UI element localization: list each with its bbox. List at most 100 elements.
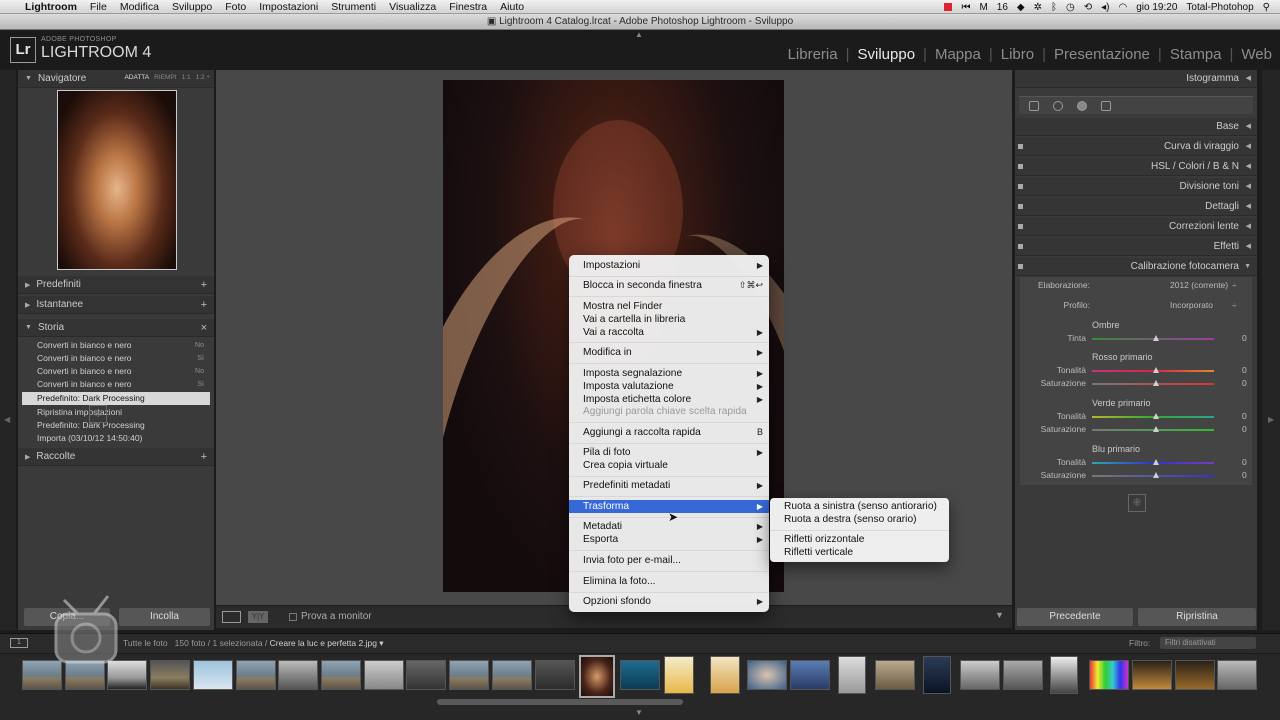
crop-icon[interactable]	[1029, 101, 1039, 111]
slider-green-hue[interactable]: Tonalità 0	[1020, 411, 1254, 424]
spot-removal-icon[interactable]	[1053, 101, 1063, 111]
menu-modifica[interactable]: Modifica	[120, 1, 159, 13]
menu-item-imposta-segnalazione[interactable]: Imposta segnalazione ▶	[569, 367, 769, 380]
menu-file[interactable]: File	[90, 1, 107, 13]
slider-green-saturation[interactable]: Saturazione 0	[1020, 424, 1254, 437]
menu-sviluppo[interactable]: Sviluppo	[172, 1, 212, 13]
before-after-view-icon[interactable]: Y|Y	[248, 611, 268, 623]
panel-lens-corrections[interactable]: Correzioni lente ◀	[1015, 218, 1257, 236]
sync-icon[interactable]: ⟲	[1084, 2, 1092, 13]
module-libro[interactable]: Libro	[1001, 46, 1034, 63]
zoom-adatta[interactable]: ADATTA	[124, 74, 149, 81]
slider-shadows-tint[interactable]: Tinta 0	[1020, 333, 1254, 346]
history-item[interactable]: Converti in bianco e nero Sì	[22, 378, 210, 391]
panel-switch-icon[interactable]	[1018, 244, 1023, 249]
collections-header[interactable]: ▶ Raccolte +	[18, 448, 214, 466]
navigator-header[interactable]: ▼ Navigatore ADATTA RIEMPI 1:1 1:2 ÷	[18, 70, 214, 88]
panel-base[interactable]: Base ◀	[1015, 118, 1257, 136]
filmstrip-thumbnail[interactable]	[278, 660, 318, 690]
clock[interactable]: gio 19:20	[1136, 2, 1177, 13]
status-count[interactable]: 16	[997, 2, 1008, 13]
filmstrip-thumbnail[interactable]	[1089, 660, 1129, 690]
right-panel-toggle[interactable]: ▶	[1262, 70, 1280, 630]
module-stampa[interactable]: Stampa	[1170, 46, 1222, 63]
soft-proof-checkbox[interactable]	[289, 613, 297, 621]
left-arrow-icon[interactable]: ◀	[4, 415, 10, 424]
slider-red-saturation[interactable]: Saturazione 0	[1020, 378, 1254, 391]
collapse-triangle-icon[interactable]: ▼	[25, 75, 32, 82]
filmstrip-thumbnail[interactable]	[236, 660, 276, 690]
menu-item-elimina-foto[interactable]: Elimina la foto...	[569, 575, 769, 588]
panel-switch-icon[interactable]	[1018, 184, 1023, 189]
menu-item-invia-per-email[interactable]: Invia foto per e-mail...	[569, 554, 769, 567]
add-preset-icon[interactable]: +	[201, 279, 207, 291]
histogram-header[interactable]: Istogramma ◀	[1015, 70, 1257, 88]
collapse-top-icon[interactable]: ▲	[635, 30, 643, 39]
filmstrip-thumbnail[interactable]	[710, 656, 740, 694]
slider-blue-saturation[interactable]: Saturazione 0	[1020, 470, 1254, 483]
filmstrip-thumbnail[interactable]	[838, 656, 866, 694]
panel-switch-icon[interactable]	[1018, 204, 1023, 209]
presets-header[interactable]: ▶ Predefiniti +	[18, 276, 214, 294]
panel-camera-calibration[interactable]: Calibrazione fotocamera ▼	[1015, 258, 1257, 276]
menu-item-predefiniti-metadati[interactable]: Predefiniti metadati ▶	[569, 479, 769, 492]
clear-history-icon[interactable]: ×	[201, 322, 207, 334]
panel-effects[interactable]: Effetti ◀	[1015, 238, 1257, 256]
m-icon[interactable]: M	[979, 2, 987, 13]
wifi-icon[interactable]: ◠	[1119, 2, 1128, 13]
menu-item-ruota-sinistra[interactable]: Ruota a sinistra (senso antiorario)	[770, 500, 949, 513]
filmstrip-thumbnail[interactable]	[960, 660, 1000, 690]
add-collection-icon[interactable]: +	[201, 451, 207, 463]
profile-dropdown[interactable]: Incorporato	[1170, 300, 1213, 310]
collapse-triangle-icon[interactable]: ▼	[25, 324, 32, 331]
history-item-selected[interactable]: Predefinito: Dark Processing	[22, 392, 210, 405]
menu-item-aggiungi-raccolta-rapida[interactable]: Aggiungi a raccolta rapida B	[569, 426, 769, 439]
panel-switch-icon[interactable]	[1018, 224, 1023, 229]
module-sviluppo[interactable]: Sviluppo	[858, 46, 916, 63]
filmstrip-thumbnail[interactable]	[875, 660, 915, 690]
right-arrow-icon[interactable]: ▶	[1268, 415, 1274, 424]
menu-item-imposta-valutazione[interactable]: Imposta valutazione ▶	[569, 380, 769, 393]
gear-icon[interactable]: ✲	[1034, 2, 1042, 13]
dropdown-icon[interactable]: ÷	[1232, 280, 1237, 290]
add-snapshot-icon[interactable]: +	[201, 299, 207, 311]
menu-item-pila-di-foto[interactable]: Pila di foto ▶	[569, 446, 769, 459]
filmstrip-thumbnail-selected[interactable]	[579, 655, 615, 698]
filmstrip-thumbnail[interactable]	[406, 660, 446, 690]
time-machine-icon[interactable]: ◷	[1066, 2, 1075, 13]
zoom-1-2[interactable]: 1:2 ÷	[196, 74, 210, 81]
skip-icon[interactable]: ⏮	[961, 2, 970, 13]
bluetooth-icon[interactable]: ᛒ	[1051, 2, 1057, 13]
expand-triangle-icon[interactable]: ▶	[25, 453, 30, 461]
menu-impostazioni[interactable]: Impostazioni	[259, 1, 318, 13]
filmstrip-thumbnail[interactable]	[492, 660, 532, 690]
filter-dropdown[interactable]: Filtri disattivati	[1160, 637, 1256, 649]
panel-tone-curve[interactable]: Curva di viraggio ◀	[1015, 138, 1257, 156]
filmstrip-thumbnail[interactable]	[620, 660, 660, 690]
spotlight-icon[interactable]: ⚲	[1263, 2, 1270, 13]
filmstrip-thumbnail[interactable]	[321, 660, 361, 690]
filmstrip-thumbnail[interactable]	[1003, 660, 1043, 690]
menu-visualizza[interactable]: Visualizza	[389, 1, 436, 13]
previous-button[interactable]: Precedente	[1017, 608, 1133, 626]
volume-icon[interactable]: ◂)	[1101, 2, 1109, 13]
redeye-icon[interactable]	[1077, 101, 1087, 111]
filmstrip-thumbnail[interactable]	[150, 660, 190, 690]
menu-foto[interactable]: Foto	[225, 1, 246, 13]
module-mappa[interactable]: Mappa	[935, 46, 981, 63]
filmstrip-thumbnail[interactable]	[747, 660, 787, 690]
filmstrip-thumbnail[interactable]	[193, 660, 233, 690]
panel-detail[interactable]: Dettagli ◀	[1015, 198, 1257, 216]
slider-blue-hue[interactable]: Tonalità 0	[1020, 457, 1254, 470]
menu-item-modifica-in[interactable]: Modifica in ▶	[569, 346, 769, 359]
zoom-riempi[interactable]: RIEMPI	[154, 74, 176, 81]
history-item[interactable]: Predefinito: Dark Processing	[22, 419, 210, 432]
menu-item-impostazioni[interactable]: Impostazioni ▶	[569, 259, 769, 272]
panel-split-toning[interactable]: Divisione toni ◀	[1015, 178, 1257, 196]
dropdown-icon[interactable]: ÷	[1232, 300, 1237, 310]
user-name[interactable]: Total-Photohop	[1186, 2, 1253, 13]
panel-switch-icon[interactable]	[1018, 144, 1023, 149]
process-dropdown[interactable]: 2012 (corrente)	[1170, 280, 1228, 290]
filmstrip-thumbnail[interactable]	[790, 660, 830, 690]
module-web[interactable]: Web	[1241, 46, 1272, 63]
